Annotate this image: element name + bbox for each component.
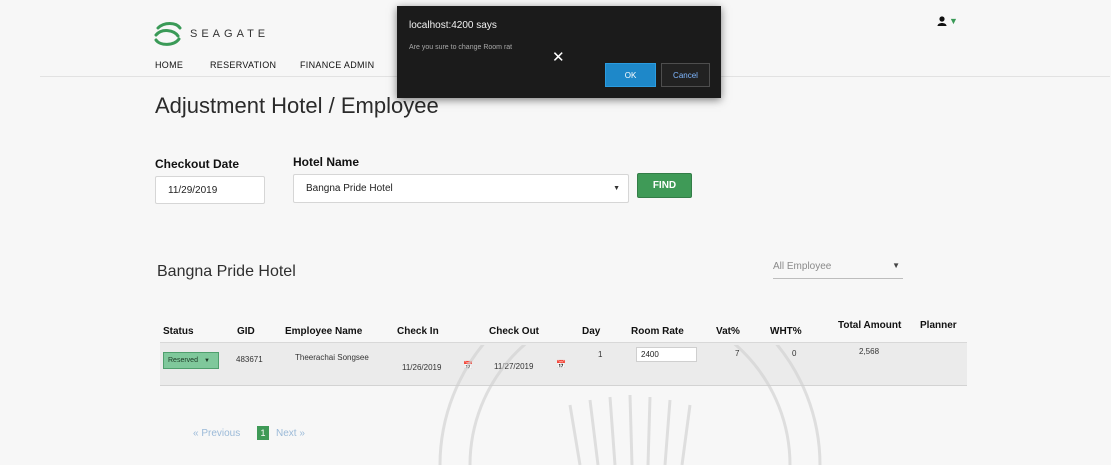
chevron-down-icon: ▼ — [892, 261, 900, 270]
col-gid: GID — [237, 326, 255, 337]
chevron-down-icon: ▼ — [613, 185, 620, 192]
user-menu[interactable]: ▼ — [937, 15, 958, 27]
dialog-ok-button[interactable]: OK — [605, 63, 656, 87]
pagination-previous[interactable]: « Previous — [193, 428, 240, 439]
results-hotel-heading: Bangna Pride Hotel — [157, 263, 296, 280]
logo-text: SEAGATE — [190, 28, 270, 40]
hotel-name-label: Hotel Name — [293, 155, 360, 169]
dialog-title: localhost:4200 says — [409, 20, 497, 31]
checkout-date-value: 11/29/2019 — [168, 184, 218, 196]
checkout-date-input[interactable]: 11/29/2019 — [155, 176, 265, 204]
col-check-in: Check In — [397, 326, 439, 337]
col-room-rate: Room Rate — [631, 326, 684, 337]
col-vat: Vat% — [716, 326, 740, 337]
col-employee-name: Employee Name — [285, 326, 363, 337]
nav-finance-admin[interactable]: FINANCE ADMIN — [300, 60, 374, 70]
cell-employee-name: Theerachai Songsee — [295, 353, 369, 362]
nav-home[interactable]: HOME — [155, 60, 183, 70]
col-check-out: Check Out — [489, 326, 540, 337]
employee-filter-value: All Employee — [773, 261, 832, 272]
cell-gid: 483671 — [236, 355, 263, 364]
cell-total-amount: 2,568 — [859, 347, 880, 356]
employee-filter-select[interactable]: All Employee ▼ — [773, 261, 903, 279]
status-value: Reserved — [168, 357, 198, 364]
hotel-name-select[interactable]: Bangna Pride Hotel ▼ — [293, 174, 629, 203]
user-icon — [937, 16, 947, 27]
col-day: Day — [582, 326, 601, 337]
chevron-down-icon: ▼ — [203, 357, 210, 364]
pagination-current-page[interactable]: 1 — [257, 426, 269, 440]
dialog-message: Are you sure to change Room rat — [409, 44, 513, 51]
close-icon[interactable]: ✕ — [552, 48, 565, 66]
status-select[interactable]: Reserved ▼ — [163, 352, 219, 369]
hotel-name-value: Bangna Pride Hotel — [306, 183, 393, 194]
col-wht: WHT% — [770, 326, 802, 337]
col-status: Status — [163, 326, 194, 337]
dialog-cancel-button[interactable]: Cancel — [661, 63, 710, 87]
watermark-seal — [438, 345, 822, 465]
checkout-date-label: Checkout Date — [155, 157, 240, 171]
col-planner: Planner — [920, 320, 957, 331]
pagination-next[interactable]: Next » — [276, 428, 305, 439]
caret-down-icon: ▼ — [949, 16, 958, 26]
col-total-amount: Total Amount — [838, 320, 902, 331]
confirm-dialog: localhost:4200 says Are you sure to chan… — [397, 6, 721, 98]
find-button[interactable]: FIND — [637, 173, 692, 198]
seagate-logo-icon — [154, 22, 182, 46]
nav-reservation[interactable]: RESERVATION — [210, 60, 276, 70]
